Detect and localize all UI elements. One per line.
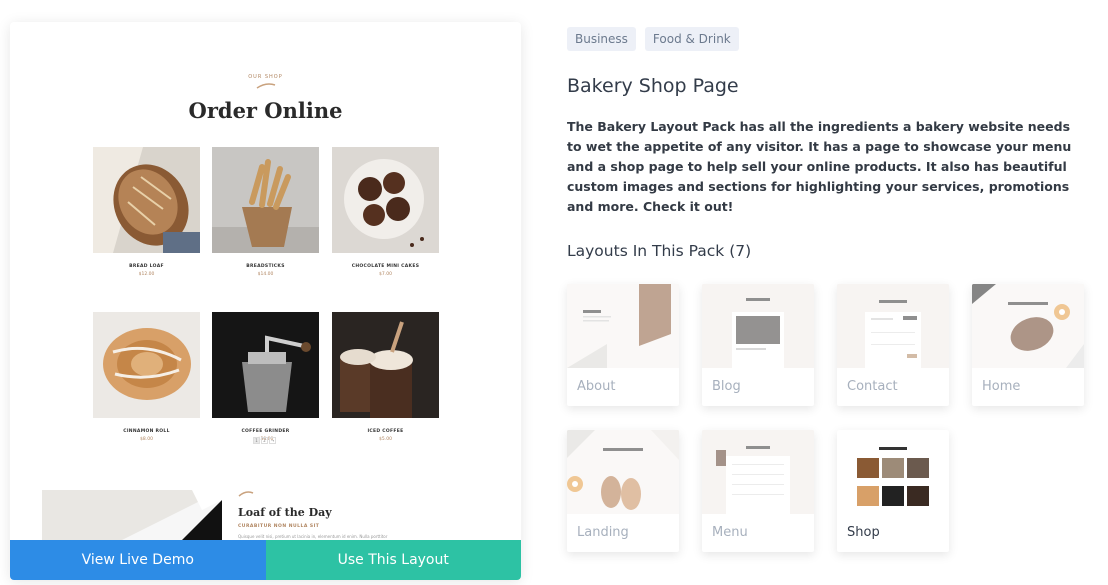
breadsticks-image (212, 147, 319, 253)
product-card[interactable]: BREAD LOAF $12.00 (93, 147, 200, 277)
layout-card-label: Shop (847, 525, 880, 540)
layout-card-menu[interactable]: Menu (702, 430, 814, 552)
product-name: COFFEE GRINDER (241, 429, 290, 434)
decorative-swoosh-icon (238, 491, 254, 497)
bread-loaf-image (93, 147, 200, 253)
category-tags: Business Food & Drink (567, 27, 739, 51)
layout-card-label: Contact (847, 379, 898, 394)
product-price: $14.00 (257, 272, 274, 277)
layout-card-label: Home (982, 379, 1021, 394)
tag-food-drink[interactable]: Food & Drink (644, 27, 739, 51)
cinnamon-roll-image (93, 312, 200, 418)
layout-card-about[interactable]: About (567, 284, 679, 406)
preview-title: Order Online (188, 98, 343, 123)
product-name: BREADSTICKS (246, 264, 285, 269)
page-1-link[interactable]: 1 (253, 437, 260, 444)
layout-card-blog[interactable]: Blog (702, 284, 814, 406)
layout-title: Bakery Shop Page (567, 75, 739, 97)
product-card[interactable]: ICED COFFEE $5.00 (332, 312, 439, 442)
view-live-demo-button[interactable]: View Live Demo (10, 540, 266, 580)
product-name: CINNAMON ROLL (123, 429, 170, 434)
layout-preview: OUR SHOP Order Online BREAD LOAF $12.00 (10, 22, 521, 580)
product-price: $12.00 (138, 272, 155, 277)
layout-card-shop[interactable]: Shop (837, 430, 949, 552)
decorative-swoosh-icon (256, 83, 276, 89)
product-card[interactable]: CINNAMON ROLL $8.00 (93, 312, 200, 442)
next-page-link[interactable]: → (269, 437, 276, 444)
product-card[interactable]: CHOCOLATE MINI CAKES $7.00 (332, 147, 439, 277)
coffee-grinder-image (212, 312, 319, 418)
feature-subtitle: CURABITUR NON NULLA SIT (238, 524, 320, 529)
preview-eyebrow: OUR SHOP (248, 74, 283, 80)
product-price: $8.00 (140, 437, 153, 442)
product-card[interactable]: COFFEE GRINDER $30.00 (212, 312, 319, 442)
chocolate-mini-cakes-image (332, 147, 439, 253)
layout-card-home[interactable]: Home (972, 284, 1084, 406)
layout-card-label: Landing (577, 525, 629, 540)
product-price: $5.00 (379, 437, 392, 442)
layout-card-landing[interactable]: Landing (567, 430, 679, 552)
layout-card-contact[interactable]: Contact (837, 284, 949, 406)
product-name: BREAD LOAF (129, 264, 164, 269)
iced-coffee-image (332, 312, 439, 418)
shop-thumbnail (837, 430, 949, 514)
product-price: $7.00 (379, 272, 392, 277)
layout-card-label: Blog (712, 379, 741, 394)
product-card[interactable]: BREADSTICKS $14.00 (212, 147, 319, 277)
feature-text: Quisque velit nisi, pretium ut lacinia i… (238, 534, 388, 539)
tag-business[interactable]: Business (567, 27, 636, 51)
layout-description: The Bakery Layout Pack has all the ingre… (567, 119, 1072, 214)
preview-actions: View Live Demo Use This Layout (10, 540, 521, 580)
product-name: ICED COFFEE (367, 429, 404, 434)
feature-title: Loaf of the Day (238, 506, 332, 519)
page-2-link[interactable]: 2 (261, 437, 268, 444)
layouts-heading: Layouts In This Pack (7) (567, 242, 752, 260)
layout-card-label: About (577, 379, 616, 394)
layout-card-label: Menu (712, 525, 748, 540)
use-this-layout-button[interactable]: Use This Layout (265, 540, 521, 580)
preview-pagination: 1 2 → (253, 437, 276, 444)
product-name: CHOCOLATE MINI CAKES (351, 264, 420, 269)
